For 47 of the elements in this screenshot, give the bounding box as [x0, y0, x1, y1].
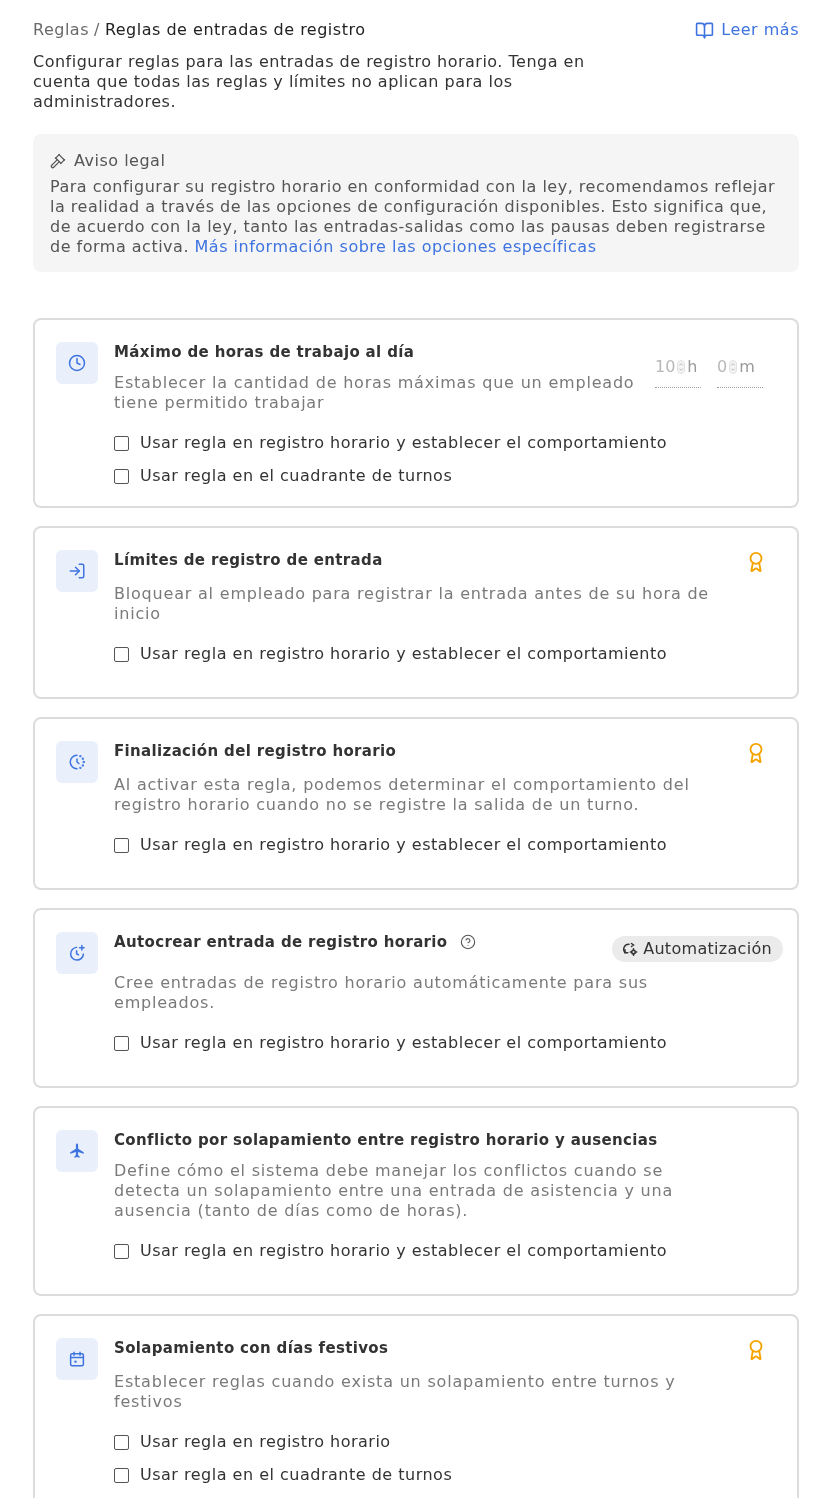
sign-in-icon: [56, 550, 98, 592]
calendar-icon: [56, 1338, 98, 1380]
checkbox-label[interactable]: Usar regla en registro horario y establecer el comportamiento: [140, 644, 668, 664]
checkbox-label[interactable]: Usar regla en registro horario: [140, 1432, 391, 1452]
rule-title: Conflicto por solapamiento entre registro horario y ausencias: [114, 1130, 658, 1150]
legal-notice-title: Aviso legal: [74, 151, 166, 171]
more-info-link[interactable]: Más información sobre las opciones específicas: [194, 237, 597, 256]
breadcrumb-item: Reglas de entradas de registro: [104, 20, 366, 40]
airplane-icon: [56, 1130, 98, 1172]
checkbox-label[interactable]: Usar regla en el cuadrante de turnos: [140, 1465, 453, 1485]
checkbox[interactable]: [114, 468, 129, 484]
checkbox-label[interactable]: Usar regla en registro horario y establecer el comportamiento: [140, 433, 668, 453]
book-icon: [695, 20, 715, 40]
checkbox[interactable]: [114, 1243, 129, 1259]
rule-title: Finalización del registro horario: [114, 741, 397, 761]
rule-description: Establecer reglas cuando exista un solapamiento entre turnos y festivos: [114, 1372, 677, 1412]
rule-description: Al activar esta regla, podemos determinar el comportamiento del registro horario cuando no se registre la salida de un turno.: [114, 775, 691, 815]
rule-title: Máximo de horas de trabajo al día: [114, 342, 415, 362]
checkbox-label[interactable]: Usar regla en registro horario y establecer el comportamiento: [140, 835, 668, 855]
clock-plus-icon: [56, 932, 98, 974]
dashed-clock-icon: [56, 741, 98, 783]
rule-description: Define cómo el sistema debe manejar los conflictos cuando se detecta un solapamiento entre una entrada de asistencia y una ausencia (tanto de días como de horas).: [114, 1161, 675, 1221]
checkbox[interactable]: [114, 435, 129, 451]
checkbox[interactable]: [114, 646, 129, 662]
rule-title: Límites de registro de entrada: [114, 550, 383, 570]
tag-label: Automatización: [643, 939, 772, 959]
checkbox-label[interactable]: Usar regla en registro horario y establecer el comportamiento: [140, 1241, 668, 1261]
rule-title: Autocrear entrada de registro horario: [114, 932, 448, 952]
breadcrumb-separator: /: [94, 20, 100, 40]
help-icon[interactable]: [459, 934, 476, 950]
rule-description: Bloquear al empleado para registrar la entrada antes de su hora de inicio: [114, 584, 710, 624]
gavel-icon: [50, 153, 66, 169]
intro-text: Configurar reglas para las entradas de registro horario. Tenga en cuenta que todas las reglas y límites no aplican para los administradores.: [33, 52, 586, 112]
rule-title: Solapamiento con días festivos: [114, 1338, 389, 1358]
rule-description: Cree entradas de registro horario automáticamente para sus empleados.: [114, 973, 649, 1013]
cycle-gear-icon: [622, 941, 639, 957]
clock-icon: [56, 342, 98, 384]
legal-notice-text: Para configurar su registro horario en conformidad con la ley, recomendamos reflejar la realidad a través de las opciones de configuración disponibles. Esto significa que, de acuerdo con la ley, tanto las entradas-salidas como las pausas deben registrarse de forma activa. Más información sobre las opciones específicas: [50, 177, 777, 257]
checkbox-label[interactable]: Usar regla en el cuadrante de turnos: [140, 466, 453, 486]
checkbox[interactable]: [114, 837, 129, 853]
checkbox[interactable]: [114, 1035, 129, 1051]
checkbox[interactable]: [114, 1434, 129, 1450]
checkbox[interactable]: [114, 1467, 129, 1483]
checkbox-label[interactable]: Usar regla en registro horario y establecer el comportamiento: [140, 1033, 668, 1053]
rule-description: Establecer la cantidad de horas máximas que un empleado tiene permitido trabajar: [114, 373, 636, 413]
breadcrumb-item[interactable]: Reglas: [33, 20, 89, 40]
read-more-link[interactable]: Leer más: [695, 20, 799, 40]
